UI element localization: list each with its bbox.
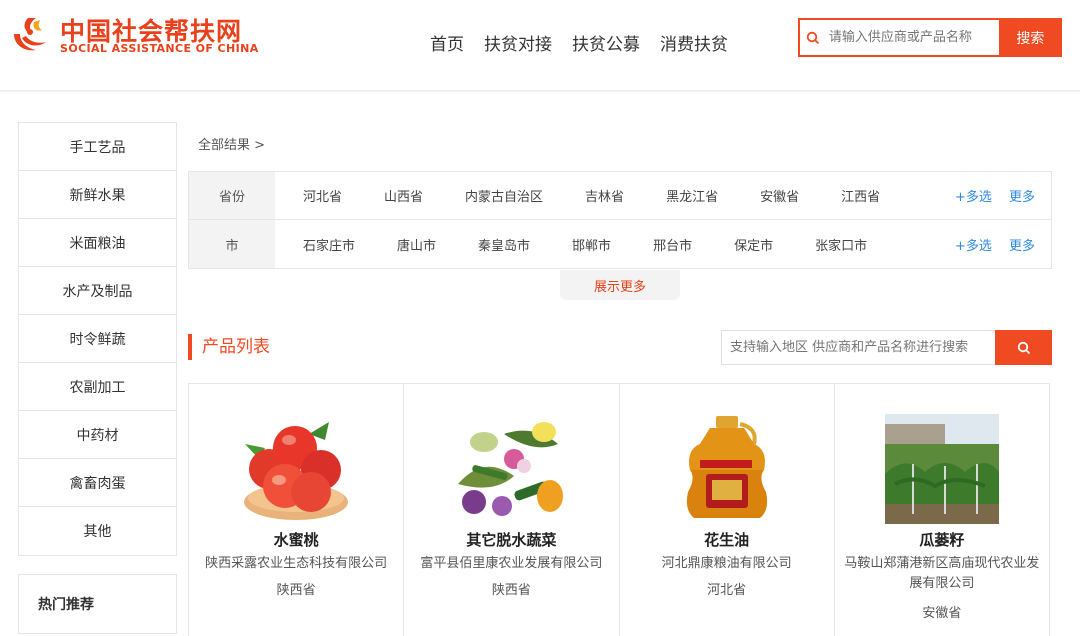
dried-vegetables-image[interactable] [454,414,569,524]
filter-option-baoding[interactable]: 保定市 [734,235,773,254]
filter-option-zhangjiakou[interactable]: 张家口市 [815,235,867,254]
logo-icon [14,18,46,51]
category-item-vegetables[interactable]: 时令鲜蔬 [19,315,176,363]
product-search-input[interactable] [722,331,995,364]
nav-poverty-matching[interactable]: 扶贫对接 [484,30,552,55]
product-card[interactable]: 其它脱水蔬菜 富平县佰里康农业发展有限公司 陕西省 [404,384,620,636]
melon-seed-field-image[interactable] [884,414,999,524]
filter-options-city: 石家庄市 唐山市 秦皇岛市 邯郸市 邢台市 保定市 张家口市 [275,235,1051,254]
filter-option-xingtai[interactable]: 邢台市 [653,235,692,254]
product-province: 安徽省 [922,606,962,621]
product-search-button[interactable] [995,330,1052,365]
filter-row-city: 市 石家庄市 唐山市 秦皇岛市 邯郸市 邢台市 保定市 张家口市 +多选 更多 [189,220,1051,268]
product-province: 陕西省 [491,583,531,598]
filter-label-city: 市 [189,220,275,268]
filter-option-jiangxi[interactable]: 江西省 [841,186,880,205]
product-name[interactable]: 水蜜桃 [189,529,403,550]
city-more-link[interactable]: 更多 [1009,235,1035,254]
category-item-processed[interactable]: 农副加工 [19,363,176,411]
product-card[interactable]: 瓜蒌籽 马鞍山郑蒲港新区高庙现代农业发展有限公司 安徽省 [835,384,1050,636]
filter-option-tangshan[interactable]: 唐山市 [397,235,436,254]
category-item-fruit[interactable]: 新鲜水果 [19,171,176,219]
logo-title-en: SOCIAL ASSISTANCE OF CHINA [60,42,259,55]
nav-consumption-aid[interactable]: 消费扶贫 [660,30,728,55]
product-search-bar [721,330,1052,365]
category-item-aquatic[interactable]: 水产及制品 [19,267,176,315]
site-logo[interactable]: 中国社会帮扶网 SOCIAL ASSISTANCE OF CHINA [8,10,258,58]
top-search-input[interactable] [826,20,999,55]
product-grid: 水蜜桃 陕西采露农业生态科技有限公司 陕西省 其它脱水蔬菜 富平县佰里康农业发展… [188,383,1050,636]
filter-option-anhui[interactable]: 安徽省 [760,186,799,205]
category-list: 手工艺品 新鲜水果 米面粮油 水产及制品 时令鲜蔬 农副加工 中药材 禽畜肉蛋 … [18,122,177,556]
product-company: 陕西采露农业生态科技有限公司 [205,556,388,571]
filter-option-qinhuangdao[interactable]: 秦皇岛市 [478,235,530,254]
filter-option-shanxi[interactable]: 山西省 [384,186,423,205]
product-province: 陕西省 [276,583,316,598]
province-more-link[interactable]: 更多 [1009,186,1035,205]
filter-label-province: 省份 [189,172,275,219]
category-sidebar: 手工艺品 新鲜水果 米面粮油 水产及制品 时令鲜蔬 农副加工 中药材 禽畜肉蛋 … [18,122,177,634]
filter-option-shijiazhuang[interactable]: 石家庄市 [303,235,355,254]
product-company: 马鞍山郑蒲港新区高庙现代农业发展有限公司 [844,556,1040,591]
site-header: 中国社会帮扶网 SOCIAL ASSISTANCE OF CHINA 首页 扶贫… [0,0,1080,92]
filter-option-jilin[interactable]: 吉林省 [585,186,624,205]
nav-home[interactable]: 首页 [430,30,464,55]
filter-row-province: 省份 河北省 山西省 内蒙古自治区 吉林省 黑龙江省 安徽省 江西省 +多选 更… [189,172,1051,220]
product-card[interactable]: 水蜜桃 陕西采露农业生态科技有限公司 陕西省 [189,384,405,636]
search-icon [800,20,827,55]
peanut-oil-image[interactable] [669,414,784,524]
breadcrumb[interactable]: 全部结果 > [198,134,265,153]
category-item-meat-eggs[interactable]: 禽畜肉蛋 [19,459,176,507]
filter-option-hebei[interactable]: 河北省 [303,186,342,205]
category-item-other[interactable]: 其他 [19,507,176,555]
product-company: 河北鼎康粮油有限公司 [661,556,792,571]
peach-image[interactable] [239,414,353,524]
show-more-button[interactable]: 展示更多 [560,270,680,300]
top-search-button[interactable]: 搜索 [998,18,1062,57]
product-province: 河北省 [707,583,747,598]
main-nav: 首页 扶贫对接 扶贫公募 消费扶贫 [430,30,728,55]
filter-option-heilongjiang[interactable]: 黑龙江省 [666,186,718,205]
category-item-grain-oil[interactable]: 米面粮油 [19,219,176,267]
product-name[interactable]: 瓜蒌籽 [835,529,1049,550]
filter-option-handan[interactable]: 邯郸市 [572,235,611,254]
filter-options-province: 河北省 山西省 内蒙古自治区 吉林省 黑龙江省 安徽省 江西省 [275,186,1051,205]
nav-poverty-fundraising[interactable]: 扶贫公募 [572,30,640,55]
product-name[interactable]: 花生油 [620,529,834,550]
product-company: 富平县佰里康农业发展有限公司 [420,556,603,571]
product-name[interactable]: 其它脱水蔬菜 [404,529,618,550]
province-multi-select[interactable]: +多选 [955,186,992,205]
top-search-bar: 搜索 [798,18,1062,57]
product-card[interactable]: 花生油 河北鼎康粮油有限公司 河北省 [620,384,835,636]
product-list-title: 产品列表 [188,334,270,360]
search-icon [1017,341,1030,354]
city-multi-select[interactable]: +多选 [955,235,992,254]
hot-recommend-title: 热门推荐 [18,574,177,634]
category-item-crafts[interactable]: 手工艺品 [19,123,176,171]
category-item-herbs[interactable]: 中药材 [19,411,176,459]
filter-option-neimenggu[interactable]: 内蒙古自治区 [465,186,543,205]
filter-panel: 省份 河北省 山西省 内蒙古自治区 吉林省 黑龙江省 安徽省 江西省 +多选 更… [188,171,1052,269]
